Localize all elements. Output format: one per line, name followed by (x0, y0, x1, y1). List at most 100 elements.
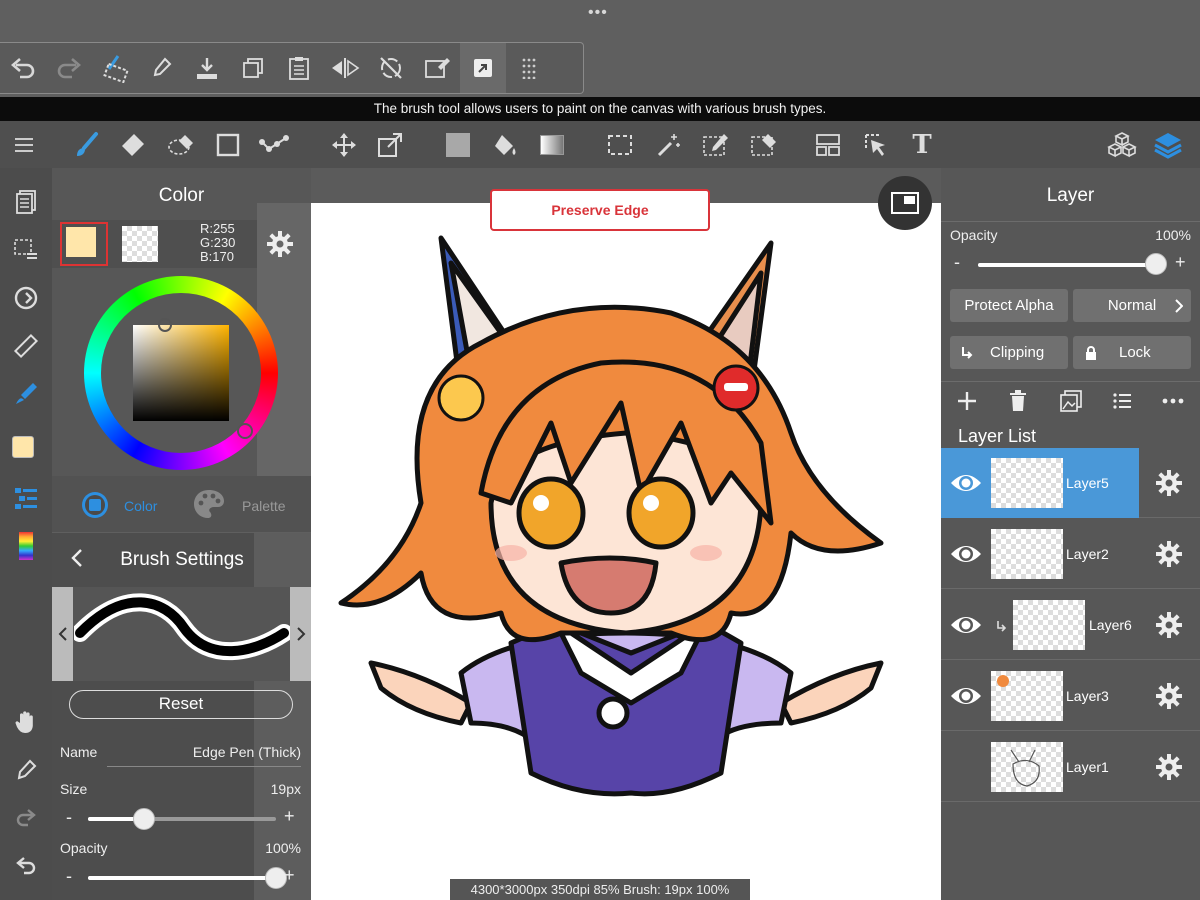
reset-button[interactable]: Reset (69, 690, 293, 719)
layer-row[interactable]: Layer3 (941, 661, 1200, 731)
layer-opacity-knob[interactable] (1145, 253, 1167, 275)
move-tool-icon[interactable] (324, 121, 364, 168)
preserve-edge-button[interactable]: Preserve Edge (490, 189, 710, 231)
layer-image-icon[interactable] (1060, 390, 1082, 412)
layer-gear-icon[interactable] (1155, 753, 1183, 781)
rotate-canvas-icon[interactable] (6, 280, 46, 316)
quick-toolbar (0, 42, 584, 94)
hue-picker-handle[interactable] (237, 423, 253, 439)
status-bar: 4300*3000px 350dpi 85% Brush: 19px 100% (450, 879, 750, 900)
opacity-plus-button[interactable]: + (284, 865, 295, 886)
layer-thumbnail (1013, 600, 1085, 650)
gradient-tool-icon[interactable] (532, 121, 572, 168)
color-swatch-icon[interactable] (6, 432, 46, 468)
layout-tool-icon[interactable] (808, 121, 848, 168)
saturation-square[interactable] (133, 325, 229, 421)
palette-tab-icon[interactable] (192, 488, 226, 520)
materials-icon[interactable] (1102, 121, 1142, 168)
magic-wand-icon[interactable] (648, 121, 688, 168)
eye-icon[interactable] (949, 541, 983, 567)
ruler-icon[interactable] (6, 328, 46, 364)
clear-icon[interactable] (414, 43, 460, 93)
size-label: Size (60, 781, 88, 797)
paste-icon[interactable] (276, 43, 322, 93)
palette-bar-icon[interactable] (6, 528, 46, 564)
layer-row[interactable]: Layer2 (941, 519, 1200, 589)
more-options-icon[interactable] (1162, 398, 1184, 404)
layer-gear-icon[interactable] (1155, 469, 1183, 497)
trash-icon[interactable] (1009, 390, 1027, 412)
rotate-reset-icon[interactable] (368, 43, 414, 93)
sub-color-swatch[interactable] (122, 226, 158, 262)
blend-mode-button[interactable]: Normal (1073, 289, 1191, 322)
layer-row[interactable]: Layer6 (941, 590, 1200, 660)
brush-tool-icon[interactable] (66, 121, 106, 168)
shape-tool-icon[interactable] (208, 121, 248, 168)
prev-brush-icon[interactable] (52, 587, 73, 681)
transform-tool-icon[interactable] (370, 121, 410, 168)
next-brush-icon[interactable] (290, 587, 311, 681)
layer-opacity-fill (978, 263, 1156, 267)
text-tool-icon[interactable]: T (902, 121, 942, 168)
transform-select-icon[interactable] (92, 43, 138, 93)
main-color-swatch[interactable] (60, 222, 108, 266)
eye-icon[interactable] (949, 612, 983, 638)
size-minus-button[interactable]: - (66, 807, 72, 828)
lasso-eraser-icon[interactable] (162, 121, 202, 168)
snap-icon[interactable] (460, 43, 506, 93)
opacity-minus-button[interactable]: - (66, 866, 72, 887)
color-tab-label[interactable]: Color (124, 498, 157, 514)
size-plus-button[interactable]: + (284, 806, 295, 827)
hand-tool-icon[interactable] (6, 704, 46, 740)
eye-icon[interactable] (949, 683, 983, 709)
layer-gear-icon[interactable] (1155, 611, 1183, 639)
select-tool-icon[interactable] (600, 121, 640, 168)
fill-pen-icon[interactable] (6, 376, 46, 412)
selection-layer-icon[interactable] (6, 232, 46, 268)
protect-alpha-button[interactable]: Protect Alpha (950, 289, 1068, 322)
brush-name-value[interactable]: Edge Pen (Thick) (172, 744, 301, 760)
redo-side-icon[interactable] (6, 800, 46, 836)
size-slider-knob[interactable] (133, 808, 155, 830)
layer-panel: Layer Opacity 100% - + Protect Alpha Nor… (941, 168, 1200, 900)
select-cursor-icon[interactable] (856, 121, 896, 168)
redo-icon[interactable] (46, 43, 92, 93)
layer-gear-icon[interactable] (1155, 540, 1183, 568)
layers-icon[interactable] (1148, 121, 1188, 168)
layer-row[interactable]: Layer1 (941, 732, 1200, 802)
clipping-button[interactable]: Clipping (950, 336, 1068, 369)
lock-button[interactable]: Lock (1073, 336, 1191, 369)
gear-icon[interactable] (266, 230, 294, 258)
brush-list-icon[interactable] (6, 480, 46, 516)
undo-side-icon[interactable] (6, 848, 46, 884)
fill-color-icon[interactable] (438, 121, 478, 168)
layer-list-icon[interactable] (1113, 393, 1131, 409)
select-pen-icon[interactable] (696, 121, 736, 168)
dot-tool-icon[interactable] (254, 121, 294, 168)
layer-row[interactable]: Layer5 (941, 448, 1200, 518)
palette-tab-label[interactable]: Palette (242, 498, 286, 514)
grid-dots-icon[interactable] (506, 43, 552, 93)
opacity-label: Opacity (60, 840, 108, 856)
undo-icon[interactable] (0, 43, 46, 93)
sv-picker-handle[interactable] (158, 318, 172, 332)
copy-icon[interactable] (230, 43, 276, 93)
select-eraser-icon[interactable] (744, 121, 784, 168)
menu-icon[interactable] (4, 121, 44, 168)
document-icon[interactable] (6, 184, 46, 220)
eye-icon[interactable] (949, 470, 983, 496)
drawing-canvas[interactable] (311, 203, 941, 900)
eyedropper-side-icon[interactable] (6, 752, 46, 788)
color-tab-icon[interactable] (80, 490, 110, 520)
eyedropper-icon[interactable] (138, 43, 184, 93)
layer-gear-icon[interactable] (1155, 682, 1183, 710)
bucket-tool-icon[interactable] (486, 121, 526, 168)
layer-opacity-plus[interactable]: + (1175, 252, 1186, 273)
layer-opacity-minus[interactable]: - (954, 252, 960, 273)
window-dots[interactable]: ••• (588, 4, 608, 22)
flip-icon[interactable] (322, 43, 368, 93)
eraser-tool-icon[interactable] (112, 121, 152, 168)
save-icon[interactable] (184, 43, 230, 93)
canvas-fullscreen-button[interactable] (878, 176, 932, 230)
add-layer-icon[interactable] (957, 391, 977, 411)
